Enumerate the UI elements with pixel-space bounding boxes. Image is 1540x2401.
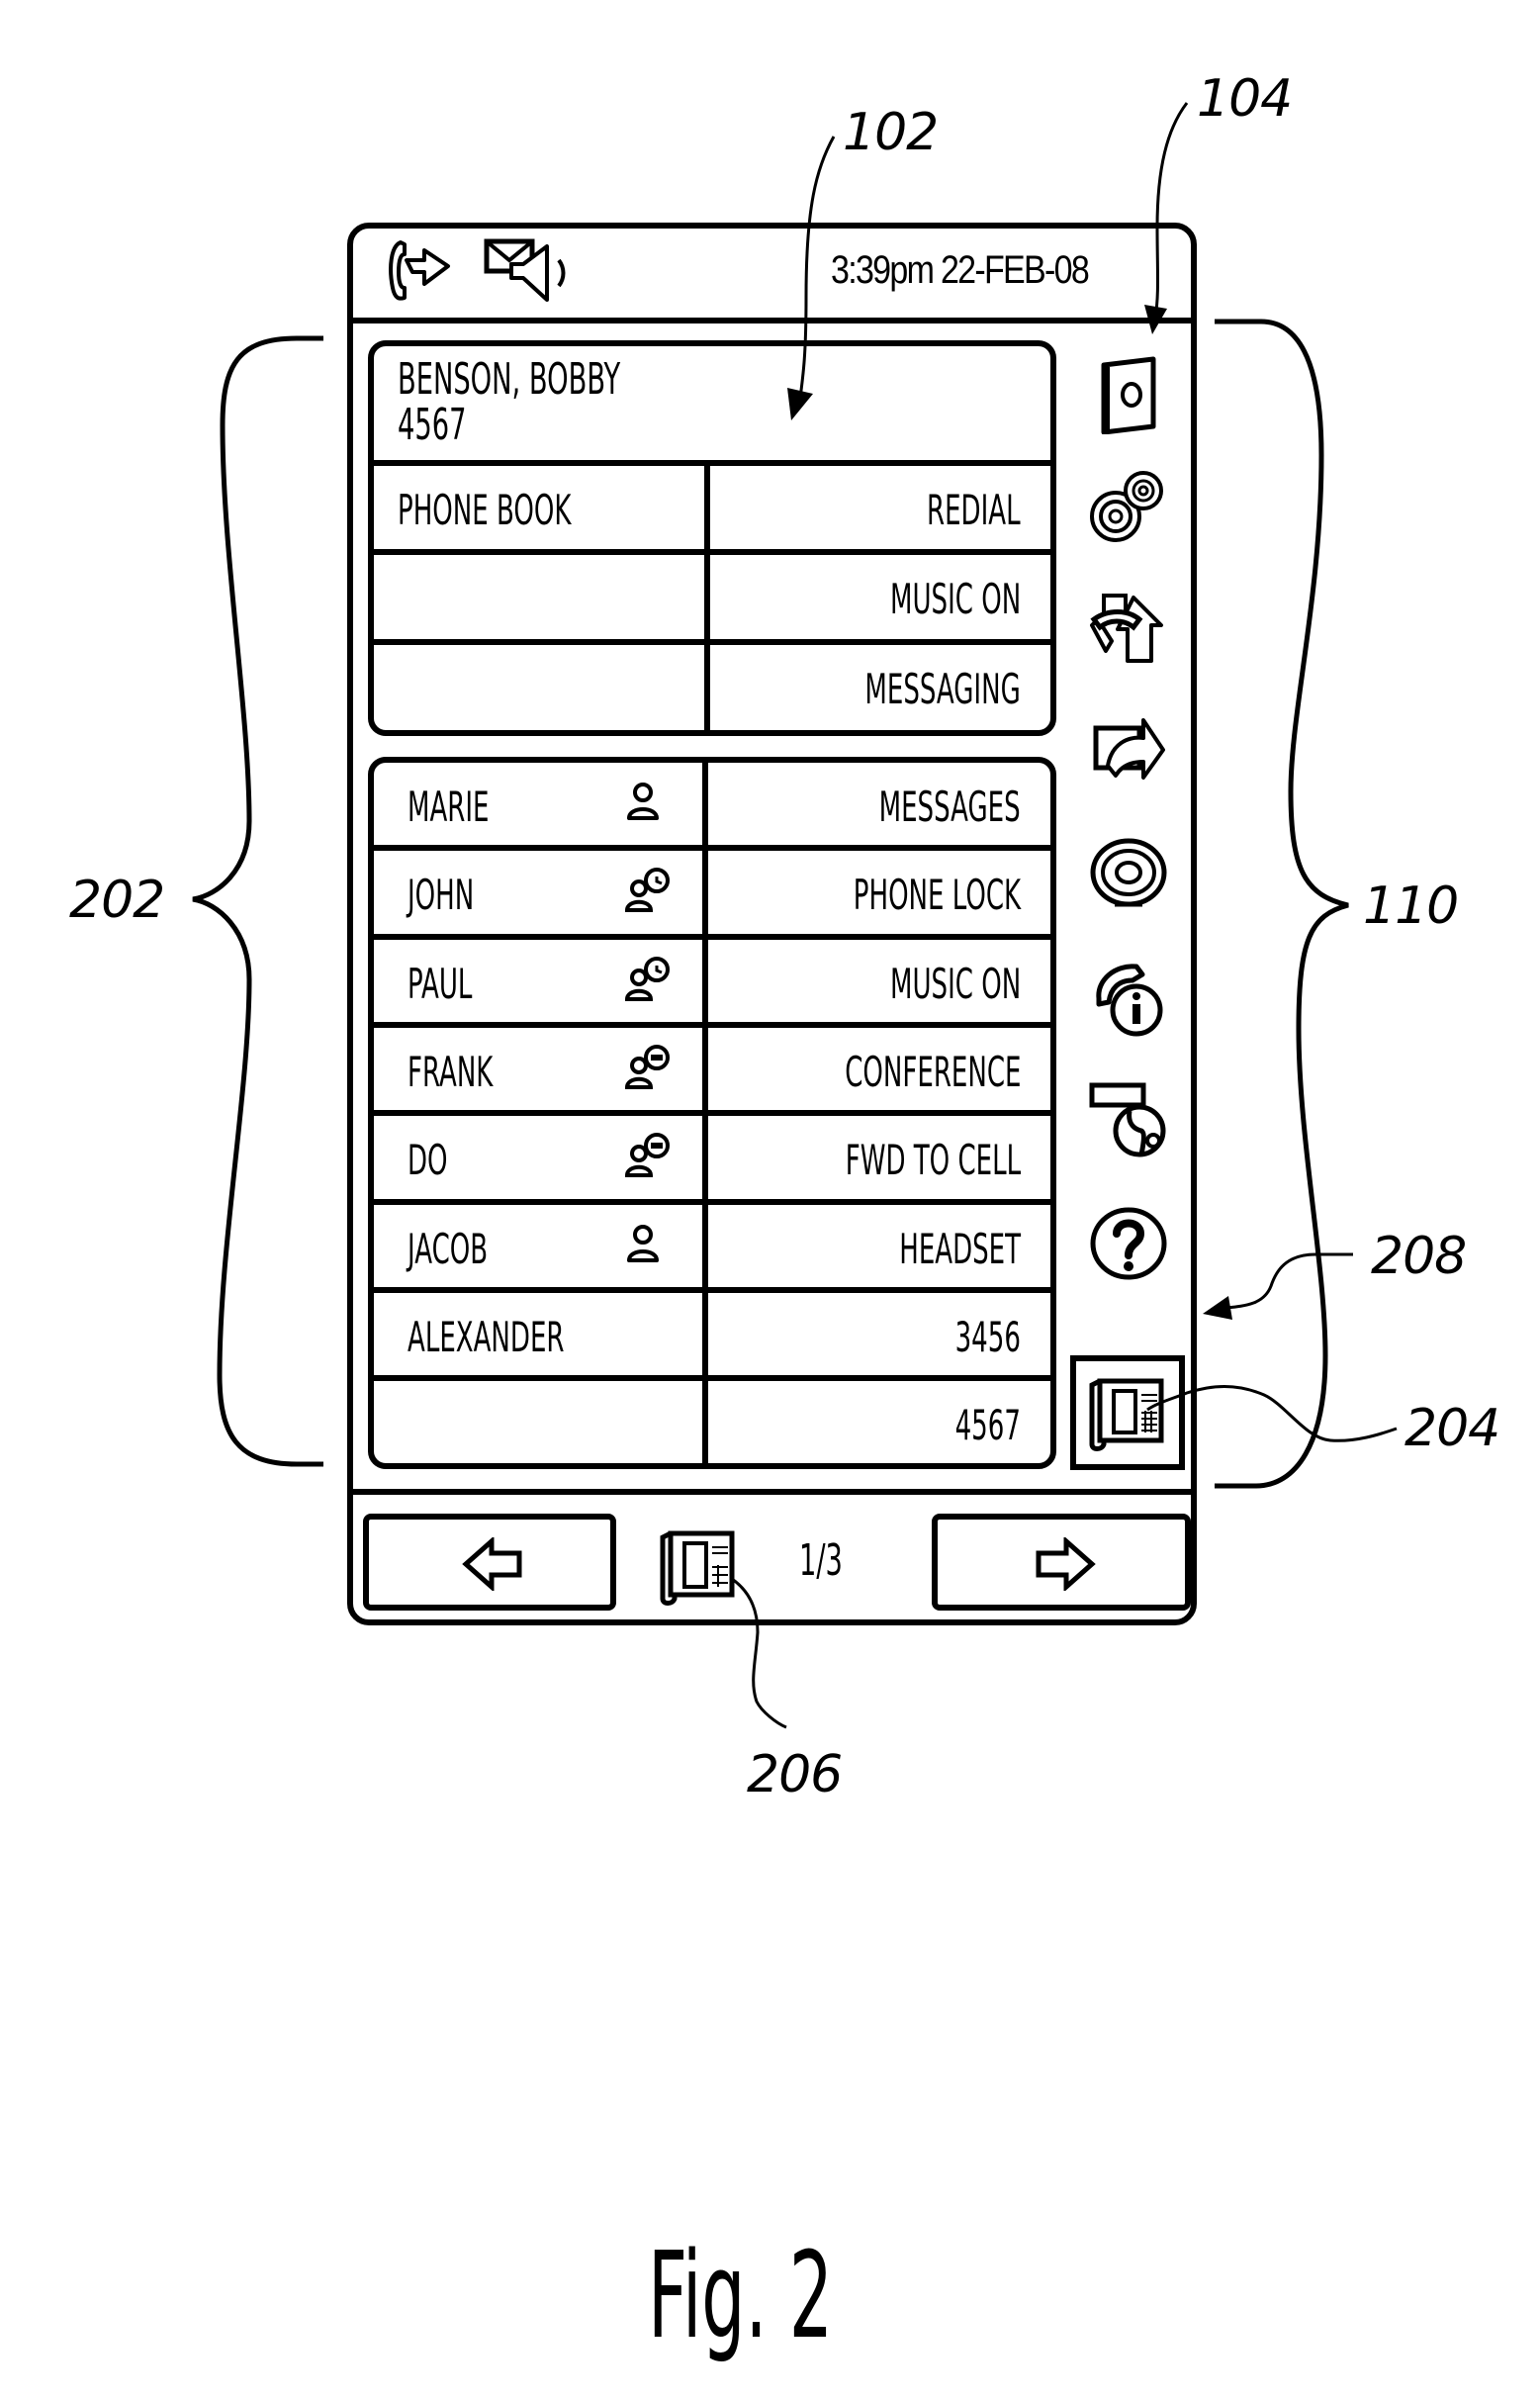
nav-bar-divider bbox=[347, 1489, 1197, 1495]
softkey-messaging[interactable]: MESSAGING bbox=[710, 645, 1050, 730]
softkey-label: MUSIC ON bbox=[889, 575, 1021, 623]
feature-key-music-on[interactable]: MUSIC ON bbox=[708, 940, 1050, 1022]
active-call-number: 4567 bbox=[398, 400, 467, 450]
call-transfer-icon[interactable] bbox=[1088, 590, 1167, 669]
person-clock-icon bbox=[624, 957, 670, 1001]
softkey-music-on[interactable]: MUSIC ON bbox=[710, 555, 1050, 639]
ref-label-208: 208 bbox=[1371, 1227, 1467, 1286]
feature-key-phone-lock[interactable]: PHONE LOCK bbox=[708, 851, 1050, 933]
desk-phone-icon bbox=[660, 1530, 735, 1606]
desk-phone-icon bbox=[1089, 1378, 1164, 1451]
feature-key-conference[interactable]: CONFERENCE bbox=[708, 1028, 1050, 1110]
ref-label-206: 206 bbox=[747, 1745, 843, 1804]
feature-key-4567[interactable]: 4567 bbox=[708, 1381, 1050, 1463]
person-clock-icon bbox=[624, 868, 670, 912]
call-info-icon[interactable] bbox=[1089, 959, 1168, 1038]
disc-rings-icon[interactable] bbox=[1088, 469, 1167, 548]
softkey-label: MESSAGING bbox=[864, 665, 1021, 713]
feature-key-label: MESSAGES bbox=[879, 783, 1021, 831]
active-call-display[interactable]: BENSON, BOBBY 4567 bbox=[374, 346, 1050, 460]
speed-dial-label: JOHN bbox=[408, 871, 475, 919]
page-indicator: 1/3 bbox=[799, 1535, 843, 1586]
arrow-left-icon bbox=[462, 1537, 522, 1591]
person-busy-icon bbox=[624, 1045, 670, 1089]
status-bar: 3:39pm 22-FEB-08 bbox=[347, 223, 1197, 323]
ref-label-104: 104 bbox=[1197, 69, 1293, 129]
speed-dial-alexander[interactable]: ALEXANDER bbox=[374, 1293, 702, 1375]
speed-dial-label: FRANK bbox=[408, 1048, 494, 1096]
ref-label-204: 204 bbox=[1404, 1399, 1500, 1458]
call-forward-icon bbox=[389, 240, 450, 301]
softkey-redial[interactable]: REDIAL bbox=[710, 466, 1050, 549]
speed-dial-label: MARIE bbox=[408, 783, 490, 831]
softkey-phone-book[interactable]: PHONE BOOK bbox=[374, 466, 704, 549]
softkey-empty[interactable] bbox=[374, 555, 704, 639]
speed-dial-john[interactable]: JOHN bbox=[374, 851, 702, 933]
feature-key-label: MUSIC ON bbox=[889, 960, 1021, 1008]
call-forward-arrow-icon[interactable] bbox=[1088, 710, 1167, 789]
ringer-icon[interactable] bbox=[1089, 835, 1168, 914]
speed-dial-frank[interactable]: FRANK bbox=[374, 1028, 702, 1110]
speed-dial-jacob[interactable]: JACOB bbox=[374, 1205, 702, 1287]
status-bar-divider bbox=[347, 318, 1197, 323]
speed-dial-marie[interactable]: MARIE bbox=[374, 763, 702, 845]
speed-dial-label: PAUL bbox=[408, 960, 473, 1008]
feature-key-3456[interactable]: 3456 bbox=[708, 1293, 1050, 1375]
brace-202 bbox=[192, 335, 323, 1467]
speed-dial-paul[interactable]: PAUL bbox=[374, 940, 702, 1022]
status-datetime: 3:39pm 22-FEB-08 bbox=[831, 248, 1090, 292]
softkey-label: REDIAL bbox=[927, 486, 1021, 534]
speed-dial-label: DO bbox=[408, 1136, 448, 1184]
ref-label-102: 102 bbox=[843, 103, 939, 162]
brace-110 bbox=[1215, 319, 1349, 1489]
help-icon[interactable] bbox=[1089, 1204, 1168, 1283]
speed-dial-do[interactable]: DO bbox=[374, 1116, 702, 1198]
ref-label-110: 110 bbox=[1363, 877, 1459, 936]
arrowhead-208 bbox=[1203, 1296, 1232, 1320]
speed-dial-label: ALEXANDER bbox=[408, 1313, 565, 1361]
arrow-right-icon bbox=[1036, 1537, 1096, 1591]
speed-dial-label: JACOB bbox=[408, 1225, 489, 1273]
speaker-icon[interactable] bbox=[1090, 355, 1169, 434]
feature-key-label: HEADSET bbox=[899, 1225, 1021, 1273]
page-back-button[interactable] bbox=[363, 1514, 616, 1611]
feature-key-label: FWD TO CELL bbox=[845, 1136, 1021, 1184]
softkey-empty[interactable] bbox=[374, 645, 704, 730]
person-busy-icon bbox=[624, 1133, 670, 1177]
feature-key-fwd-to-cell[interactable]: FWD TO CELL bbox=[708, 1116, 1050, 1198]
line-key-button[interactable] bbox=[1070, 1355, 1185, 1470]
page-forward-button[interactable] bbox=[932, 1514, 1191, 1611]
speed-dial-empty[interactable] bbox=[374, 1381, 702, 1463]
directory-globe-icon[interactable] bbox=[1088, 1079, 1167, 1158]
voicemail-icon bbox=[484, 238, 566, 302]
feature-key-headset[interactable]: HEADSET bbox=[708, 1205, 1050, 1287]
leader-208 bbox=[1225, 1252, 1353, 1310]
person-icon bbox=[627, 783, 659, 820]
feature-key-label: 3456 bbox=[954, 1313, 1021, 1361]
active-call-name: BENSON, BOBBY bbox=[398, 354, 621, 405]
figure-caption: Fig. 2 bbox=[648, 2228, 834, 2365]
feature-key-label: CONFERENCE bbox=[844, 1048, 1021, 1096]
feature-key-label: 4567 bbox=[954, 1401, 1021, 1449]
person-icon bbox=[627, 1225, 659, 1262]
feature-key-label: PHONE LOCK bbox=[853, 871, 1021, 919]
softkey-label: PHONE BOOK bbox=[398, 486, 572, 534]
feature-key-messages[interactable]: MESSAGES bbox=[708, 763, 1050, 845]
ref-label-202: 202 bbox=[69, 871, 165, 930]
